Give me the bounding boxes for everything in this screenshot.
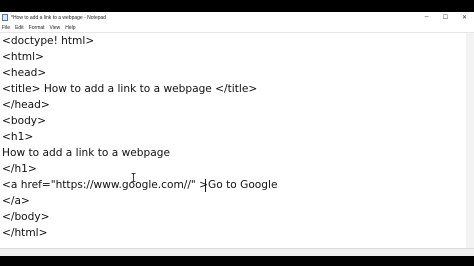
menu-file[interactable]: File	[2, 25, 10, 31]
minimize-button[interactable]: ─	[417, 12, 436, 23]
editor-line-11: </a>	[2, 195, 30, 207]
menu-view[interactable]: View	[50, 25, 61, 31]
editor-line-13: </html>	[2, 227, 48, 239]
editor-line-10: <a href="https://www.google.com//" >Go t…	[2, 179, 278, 191]
editor-line-3: <head>	[2, 67, 47, 79]
menu-help[interactable]: Help	[65, 25, 75, 31]
editor-line-4: <title> How to add a link to a webpage <…	[2, 83, 258, 95]
editor-line-9: </h1>	[2, 163, 37, 175]
menu-format[interactable]: Format	[29, 25, 45, 31]
editor-line-6: <body>	[2, 115, 46, 127]
editor-line-12: </body>	[2, 211, 50, 223]
text-caret	[205, 179, 206, 192]
maximize-button[interactable]: ☐	[436, 12, 455, 23]
notepad-icon	[2, 14, 8, 21]
notepad-window: *How to add a link to a webpage - Notepa…	[0, 12, 474, 256]
status-bar	[0, 248, 474, 256]
close-button[interactable]: ✕	[455, 12, 474, 23]
i-beam-cursor-icon	[131, 173, 136, 182]
editor-line-2: <html>	[2, 51, 44, 63]
editor-line-5: </head>	[2, 99, 50, 111]
vertical-scrollbar[interactable]	[466, 33, 474, 249]
menu-bar: File Edit Format View Help	[0, 23, 474, 33]
editor-line-1: <doctype! html>	[2, 35, 95, 47]
title-bar: *How to add a link to a webpage - Notepa…	[0, 12, 474, 23]
editor-line-8: How to add a link to a webpage	[2, 147, 170, 159]
window-title: *How to add a link to a webpage - Notepa…	[11, 14, 107, 21]
menu-edit[interactable]: Edit	[15, 25, 24, 31]
text-editor-area[interactable]: <doctype! html> <html> <head> <title> Ho…	[0, 33, 466, 249]
window-controls: ─ ☐ ✕	[417, 12, 474, 23]
editor-line-7: <h1>	[2, 131, 34, 143]
